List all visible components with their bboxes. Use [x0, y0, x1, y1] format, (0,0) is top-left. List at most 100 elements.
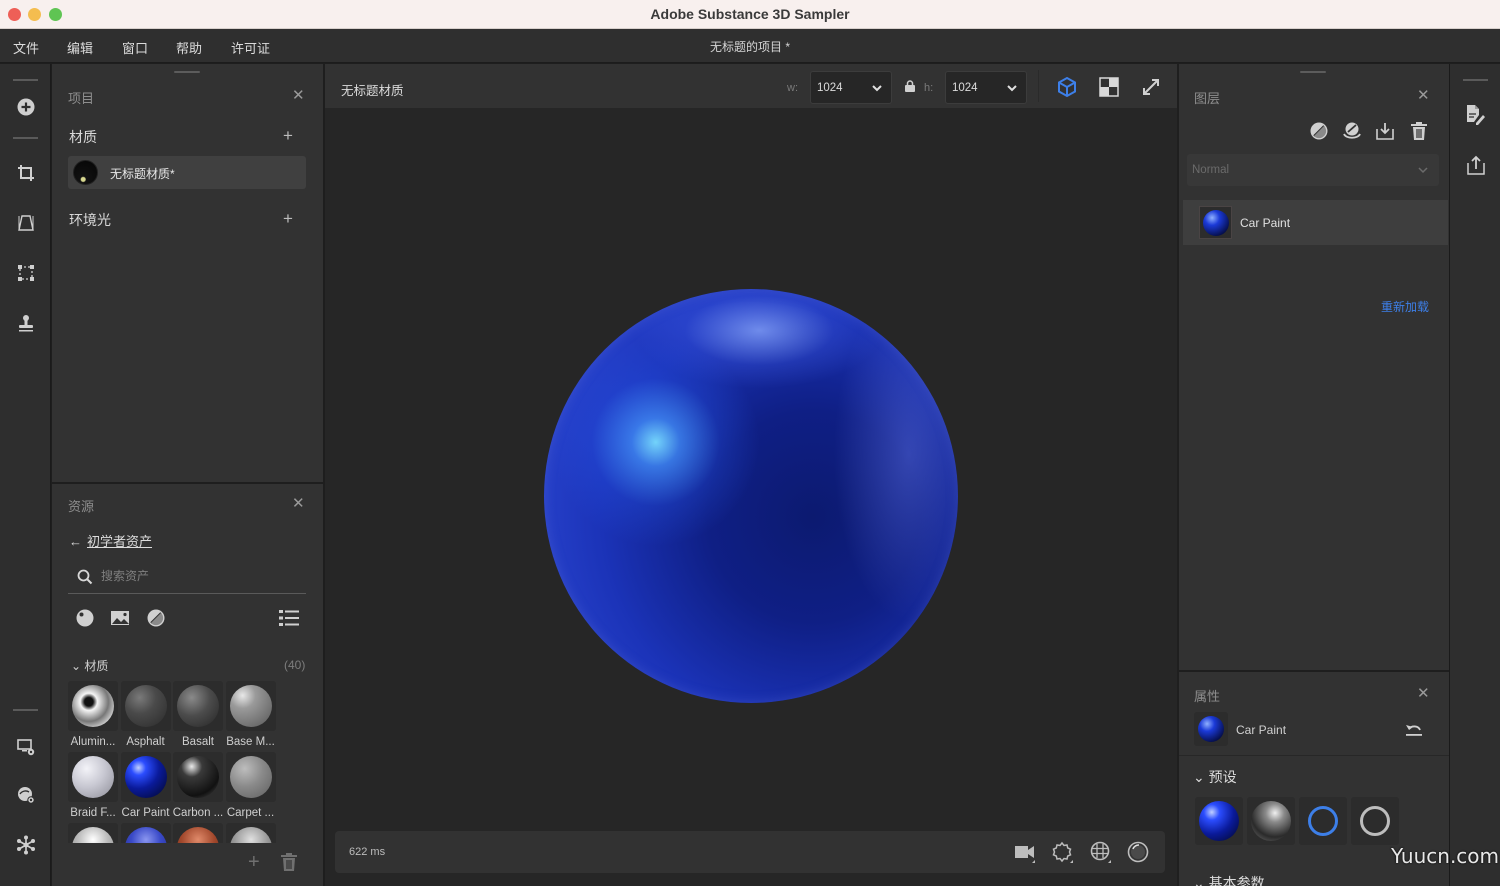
lighting-icon[interactable]: [1052, 841, 1074, 863]
panel-drag-handle[interactable]: [1300, 71, 1326, 73]
menu-edit[interactable]: 编辑: [67, 38, 93, 57]
search-input[interactable]: [101, 566, 291, 586]
add-material-layer-icon[interactable]: [1342, 121, 1362, 141]
asset-thumbnail: [225, 823, 276, 843]
asset-thumbnail: [68, 681, 118, 731]
material-preview-sphere[interactable]: [544, 289, 958, 703]
menu-help[interactable]: 帮助: [176, 38, 202, 57]
panel-drag-handle[interactable]: [174, 71, 200, 73]
search-icon: [77, 569, 93, 585]
presets-label: 预设: [1208, 769, 1237, 785]
blend-mode-select[interactable]: Normal: [1187, 154, 1439, 186]
preset-blue-car-paint[interactable]: [1195, 797, 1243, 845]
perspective-icon[interactable]: [13, 210, 38, 235]
toolstrip-handle[interactable]: [13, 79, 38, 81]
environment-icon[interactable]: [1090, 841, 1112, 863]
presets-header[interactable]: ⌄ 预设: [1193, 767, 1237, 787]
assets-panel-title: 资源: [68, 499, 95, 514]
add-icon[interactable]: [13, 94, 38, 119]
asset-item[interactable]: Asphalt: [120, 681, 171, 748]
fullscreen-icon[interactable]: [1140, 76, 1162, 98]
width-value: 1024: [817, 82, 843, 94]
asset-item[interactable]: [173, 823, 223, 843]
preset-gray-ring[interactable]: [1351, 797, 1399, 845]
blend-mode-value: Normal: [1192, 164, 1230, 176]
preset-blue-ring[interactable]: [1299, 797, 1347, 845]
basic-params-header[interactable]: ⌄ 基本参数: [1193, 873, 1265, 886]
display-settings-icon[interactable]: [13, 734, 38, 759]
stamp-icon[interactable]: [13, 310, 38, 335]
category-count: (40): [284, 658, 306, 672]
toolstrip-divider-bottom: [13, 709, 38, 711]
close-icon[interactable]: ✕: [292, 496, 305, 511]
close-icon[interactable]: ✕: [292, 88, 305, 103]
camera-icon[interactable]: [1014, 841, 1036, 863]
viewport-title: 无标题材质: [341, 84, 404, 98]
asset-item[interactable]: Basalt: [173, 681, 223, 748]
asset-item[interactable]: Alumin...: [68, 681, 118, 748]
import-layer-icon[interactable]: [1375, 121, 1395, 141]
filter-filter-icon[interactable]: [146, 608, 166, 628]
asset-item[interactable]: [68, 823, 118, 843]
close-icon[interactable]: ✕: [1417, 88, 1430, 103]
watermark: Yuucn.com: [1391, 844, 1500, 868]
asset-thumbnail: [68, 752, 118, 802]
material-name: 无标题材质*: [110, 167, 175, 181]
add-material-button[interactable]: +: [283, 127, 293, 144]
toolstrip-handle[interactable]: [1463, 79, 1488, 81]
asset-item[interactable]: Base M...: [225, 681, 276, 748]
asset-thumbnail: [173, 752, 223, 802]
export-icon[interactable]: [1466, 154, 1486, 176]
asset-name: Braid F...: [70, 807, 116, 819]
reset-icon[interactable]: [1405, 721, 1423, 737]
width-label: w:: [787, 82, 798, 94]
project-panel-title: 项目: [68, 91, 95, 106]
reload-link[interactable]: 重新加载: [1381, 298, 1429, 315]
environment-settings-icon[interactable]: [13, 782, 38, 807]
menu-license[interactable]: 许可证: [231, 38, 270, 57]
basic-params-label: 基本参数: [1208, 875, 1265, 886]
material-thumbnail: [73, 160, 98, 185]
asset-item[interactable]: [225, 823, 276, 843]
crop-icon[interactable]: [13, 160, 38, 185]
transform-icon[interactable]: [13, 260, 38, 285]
material-list-item[interactable]: 无标题材质*: [68, 156, 306, 189]
close-icon[interactable]: ✕: [1417, 686, 1430, 701]
plugins-icon[interactable]: [13, 832, 38, 857]
viewport-header: 无标题材质 w: 1024 h: 1024: [325, 64, 1177, 108]
height-value: 1024: [952, 82, 978, 94]
property-item-name: Car Paint: [1236, 723, 1287, 737]
chevron-down-icon: ⌄: [1193, 769, 1209, 785]
2d-view-icon[interactable]: [1098, 76, 1120, 98]
menu-window[interactable]: 窗口: [122, 38, 148, 57]
breadcrumb[interactable]: ← 初学者资产: [69, 531, 152, 550]
category-header[interactable]: ⌄ 材质: [71, 657, 108, 674]
material-preview-icon[interactable]: [1127, 841, 1149, 863]
menu-file[interactable]: 文件: [13, 38, 39, 57]
3d-view-icon[interactable]: [1056, 76, 1078, 98]
environment-section-label: 环境光: [69, 212, 111, 228]
trash-icon[interactable]: [281, 853, 297, 875]
asset-thumbnail: [120, 823, 171, 843]
asset-item[interactable]: Car Paint: [120, 752, 171, 819]
asset-item[interactable]: Carpet ...: [225, 752, 276, 819]
toolstrip-divider: [13, 137, 38, 139]
material-filter-icon[interactable]: [75, 608, 95, 628]
layer-item[interactable]: Car Paint: [1183, 200, 1448, 245]
edit-document-icon[interactable]: [1465, 104, 1485, 126]
width-select[interactable]: 1024: [810, 71, 892, 104]
lock-icon[interactable]: [905, 80, 915, 92]
add-environment-button[interactable]: +: [283, 210, 293, 227]
asset-item[interactable]: Carbon ...: [173, 752, 223, 819]
asset-thumbnail: [225, 752, 276, 802]
render-time: 622 ms: [349, 846, 386, 858]
trash-icon[interactable]: [1409, 121, 1429, 141]
list-view-icon[interactable]: [279, 609, 299, 627]
add-asset-button[interactable]: +: [248, 852, 260, 872]
asset-item[interactable]: Braid F...: [68, 752, 118, 819]
height-select[interactable]: 1024: [945, 71, 1027, 104]
add-filter-layer-icon[interactable]: [1309, 121, 1329, 141]
image-filter-icon[interactable]: [110, 608, 130, 628]
asset-item[interactable]: [120, 823, 171, 843]
preset-silver-car-paint[interactable]: [1247, 797, 1295, 845]
